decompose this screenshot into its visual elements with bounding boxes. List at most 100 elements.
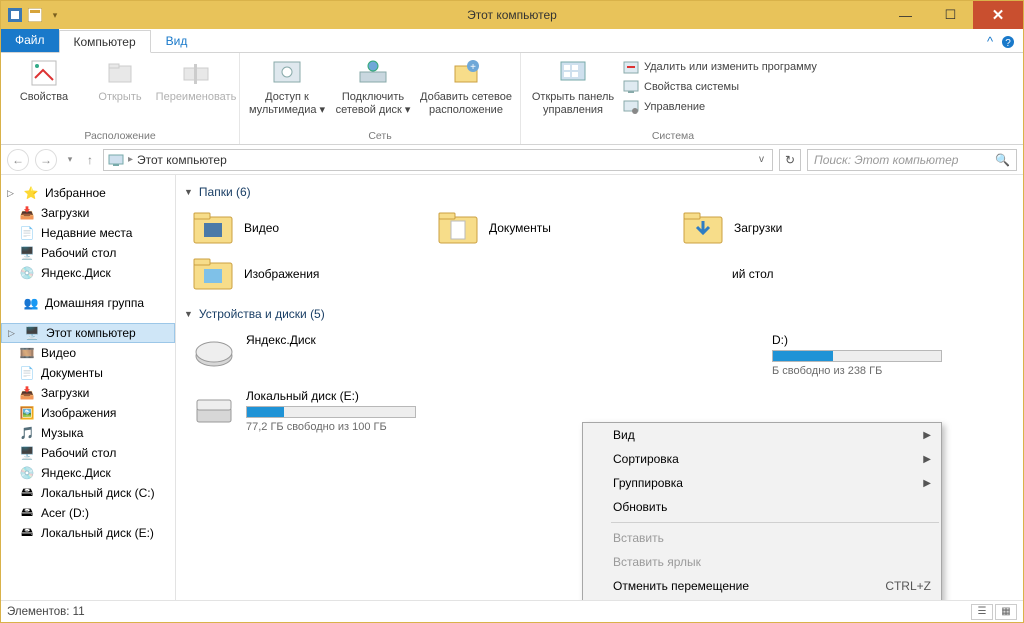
- drives-section-header[interactable]: ▼ Устройства и диски (5): [176, 297, 1023, 327]
- breadcrumb[interactable]: Этот компьютер: [137, 153, 227, 167]
- ribbon-collapse-icon[interactable]: ^: [979, 34, 1001, 52]
- sidebar-item[interactable]: 🖴Локальный диск (E:): [1, 523, 175, 543]
- explorer-window: ▾ Этот компьютер — ☐ ✕ Файл Компьютер Ви…: [0, 0, 1024, 623]
- ctx-sort[interactable]: Сортировка▶: [583, 447, 941, 471]
- folder-item[interactable]: Видео: [192, 205, 437, 251]
- sidebar-item[interactable]: 💿Яндекс.Диск: [1, 463, 175, 483]
- sidebar-homegroup[interactable]: 👥Домашняя группа: [1, 293, 175, 313]
- tab-view[interactable]: Вид: [151, 29, 203, 52]
- folder-item[interactable]: Документы: [437, 205, 682, 251]
- minimize-button[interactable]: —: [883, 1, 928, 29]
- rename-button: Переименовать: [161, 55, 231, 104]
- folder-item[interactable]: Изображения: [192, 251, 437, 297]
- media-access-button[interactable]: Доступ к мультимедиа ▾: [248, 55, 326, 116]
- drive-capacity-bar: [772, 350, 942, 362]
- content-view[interactable]: ▼ Папки (6) Видео Документы Загрузки Изо…: [176, 175, 1023, 600]
- system-properties-button[interactable]: Свойства системы: [623, 79, 817, 95]
- drive-icon: 🖴: [19, 505, 35, 521]
- ctx-refresh[interactable]: Обновить: [583, 495, 941, 519]
- folders-grid: Видео Документы Загрузки Изображения ий …: [176, 205, 1023, 297]
- up-button[interactable]: ↑: [83, 149, 97, 171]
- view-tiles-button[interactable]: ▦: [995, 604, 1017, 620]
- ribbon-group-location: Свойства Открыть Переименовать Расположе…: [1, 53, 240, 144]
- chevron-right-icon[interactable]: ▸: [128, 154, 133, 165]
- body: ▷⭐Избранное 📥Загрузки 📄Недавние места 🖥️…: [1, 175, 1023, 600]
- back-button[interactable]: ←: [7, 149, 29, 171]
- ctx-paste: Вставить: [583, 526, 941, 550]
- ctx-group[interactable]: Группировка▶: [583, 471, 941, 495]
- sidebar-item[interactable]: 📄Документы: [1, 363, 175, 383]
- address-bar[interactable]: ▸ Этот компьютер v: [103, 149, 773, 171]
- yandex-disk-icon: [192, 333, 236, 373]
- group-label: Система: [652, 130, 694, 144]
- folder-icon: 📄: [19, 365, 35, 381]
- disk-icon: 💿: [19, 465, 35, 481]
- map-drive-button[interactable]: Подключить сетевой диск ▾: [332, 55, 414, 116]
- help-icon[interactable]: ?: [1001, 35, 1023, 52]
- system-small-buttons: Удалить или изменить программу Свойства …: [623, 55, 817, 115]
- sidebar-item[interactable]: 🖴Acer (D:): [1, 503, 175, 523]
- folder-icon: 🖥️: [19, 445, 35, 461]
- qat-dropdown-icon[interactable]: ▾: [47, 7, 63, 23]
- drive-capacity-bar: [246, 406, 416, 418]
- maximize-button[interactable]: ☐: [928, 1, 973, 29]
- sidebar-item-downloads[interactable]: 📥Загрузки: [1, 203, 175, 223]
- navigation-pane: ▷⭐Избранное 📥Загрузки 📄Недавние места 🖥️…: [1, 175, 176, 600]
- folder-icon: 🎞️: [19, 345, 35, 361]
- control-panel-button[interactable]: Открыть панель управления: [529, 55, 617, 116]
- sidebar-item-desktop[interactable]: 🖥️Рабочий стол: [1, 243, 175, 263]
- manage-button[interactable]: Управление: [623, 99, 817, 115]
- search-input[interactable]: Поиск: Этот компьютер 🔍: [807, 149, 1017, 171]
- uninstall-program-button[interactable]: Удалить или изменить программу: [623, 59, 817, 75]
- view-details-button[interactable]: ☰: [971, 604, 993, 620]
- app-icon: [7, 7, 23, 23]
- context-menu: Вид▶ Сортировка▶ Группировка▶ Обновить В…: [582, 422, 942, 600]
- sidebar-this-pc[interactable]: ▷🖥️Этот компьютер: [1, 323, 175, 343]
- window-controls: — ☐ ✕: [883, 1, 1023, 29]
- manage-icon: [623, 99, 639, 115]
- sidebar-item[interactable]: 🎞️Видео: [1, 343, 175, 363]
- folder-item[interactable]: Загрузки: [682, 205, 927, 251]
- folder-item-partial[interactable]: ий стол: [682, 251, 927, 297]
- forward-button[interactable]: →: [35, 149, 57, 171]
- address-dropdown-icon[interactable]: v: [755, 154, 768, 165]
- disk-icon: 💿: [19, 265, 35, 281]
- svg-text:?: ?: [1005, 38, 1011, 49]
- recent-icon: 📄: [19, 225, 35, 241]
- expand-icon[interactable]: ▷: [7, 188, 17, 199]
- hdd-icon: [192, 389, 236, 429]
- sidebar-item[interactable]: 🖼️Изображения: [1, 403, 175, 423]
- folder-documents-icon: [437, 209, 479, 247]
- ctx-undo[interactable]: Отменить перемещениеCTRL+Z: [583, 574, 941, 598]
- titlebar: ▾ Этот компьютер — ☐ ✕: [1, 1, 1023, 29]
- tab-file[interactable]: Файл: [1, 28, 59, 52]
- refresh-button[interactable]: ↻: [779, 149, 801, 171]
- sidebar-item[interactable]: 📥Загрузки: [1, 383, 175, 403]
- qat-button[interactable]: [27, 7, 43, 23]
- recent-locations-icon[interactable]: ▾: [63, 149, 77, 171]
- folders-section-header[interactable]: ▼ Папки (6): [176, 175, 1023, 205]
- sidebar-item[interactable]: 🎵Музыка: [1, 423, 175, 443]
- collapse-icon[interactable]: ▼: [184, 187, 193, 197]
- drive-item[interactable]: Яндекс.Диск: [192, 327, 472, 383]
- drive-icon: 🖴: [19, 485, 35, 501]
- item-count: Элементов: 11: [7, 606, 85, 618]
- properties-button[interactable]: Свойства: [9, 55, 79, 104]
- drive-item[interactable]: Локальный диск (E:) 77,2 ГБ свободно из …: [192, 383, 472, 439]
- sidebar-favorites[interactable]: ▷⭐Избранное: [1, 183, 175, 203]
- drive-item-partial[interactable]: D:) Б свободно из 238 ГБ: [472, 327, 772, 383]
- expand-icon[interactable]: ▷: [8, 328, 18, 339]
- sidebar-item[interactable]: 🖴Локальный диск (C:): [1, 483, 175, 503]
- folder-icon: 📥: [19, 205, 35, 221]
- group-label: Расположение: [84, 130, 155, 144]
- computer-icon: [108, 152, 124, 168]
- close-button[interactable]: ✕: [973, 1, 1023, 29]
- tab-computer[interactable]: Компьютер: [59, 30, 151, 53]
- add-network-location-button[interactable]: + Добавить сетевое расположение: [420, 55, 512, 116]
- sidebar-item-yandex[interactable]: 💿Яндекс.Диск: [1, 263, 175, 283]
- sidebar-item-recent[interactable]: 📄Недавние места: [1, 223, 175, 243]
- ribbon: Свойства Открыть Переименовать Расположе…: [1, 53, 1023, 145]
- sidebar-item[interactable]: 🖥️Рабочий стол: [1, 443, 175, 463]
- ctx-view[interactable]: Вид▶: [583, 423, 941, 447]
- collapse-icon[interactable]: ▼: [184, 309, 193, 319]
